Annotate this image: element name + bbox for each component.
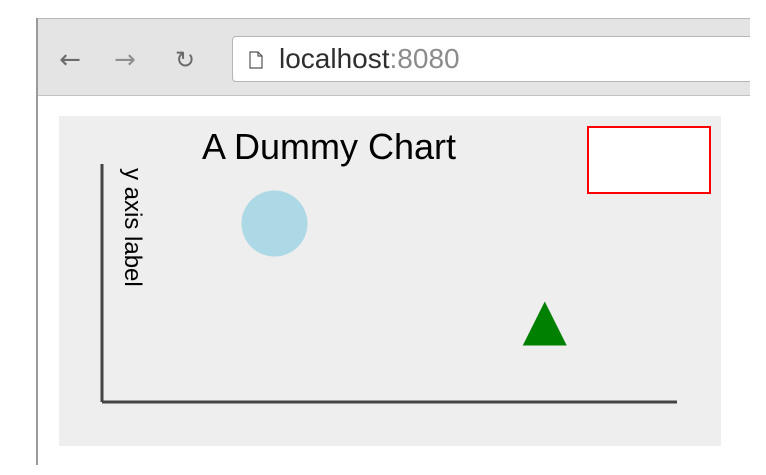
page-icon bbox=[249, 51, 263, 69]
data-point-circle-1 bbox=[241, 190, 308, 257]
arrow-right-icon[interactable]: → bbox=[112, 47, 138, 73]
browser-window: ← → ↻ localhost:8080 A Dummy Chart y axi… bbox=[36, 18, 750, 465]
reload-icon[interactable]: ↻ bbox=[172, 47, 198, 73]
chart-title: A Dummy Chart bbox=[202, 126, 456, 167]
data-points bbox=[241, 190, 567, 346]
address-bar[interactable]: localhost:8080 bbox=[232, 36, 750, 82]
dummy-chart: A Dummy Chart y axis label bbox=[100, 126, 711, 404]
address-host: localhost bbox=[279, 43, 390, 74]
chart-container: A Dummy Chart y axis label bbox=[59, 116, 721, 446]
address-port: :8080 bbox=[389, 43, 460, 74]
y-axis-label: y axis label bbox=[119, 168, 146, 287]
browser-toolbar: ← → ↻ localhost:8080 bbox=[38, 18, 750, 96]
browser-screenshot: ← → ↻ localhost:8080 A Dummy Chart y axi… bbox=[0, 0, 766, 475]
data-point-triangle-2 bbox=[522, 301, 567, 346]
legend-box bbox=[587, 126, 711, 194]
arrow-left-icon[interactable]: ← bbox=[57, 47, 83, 73]
